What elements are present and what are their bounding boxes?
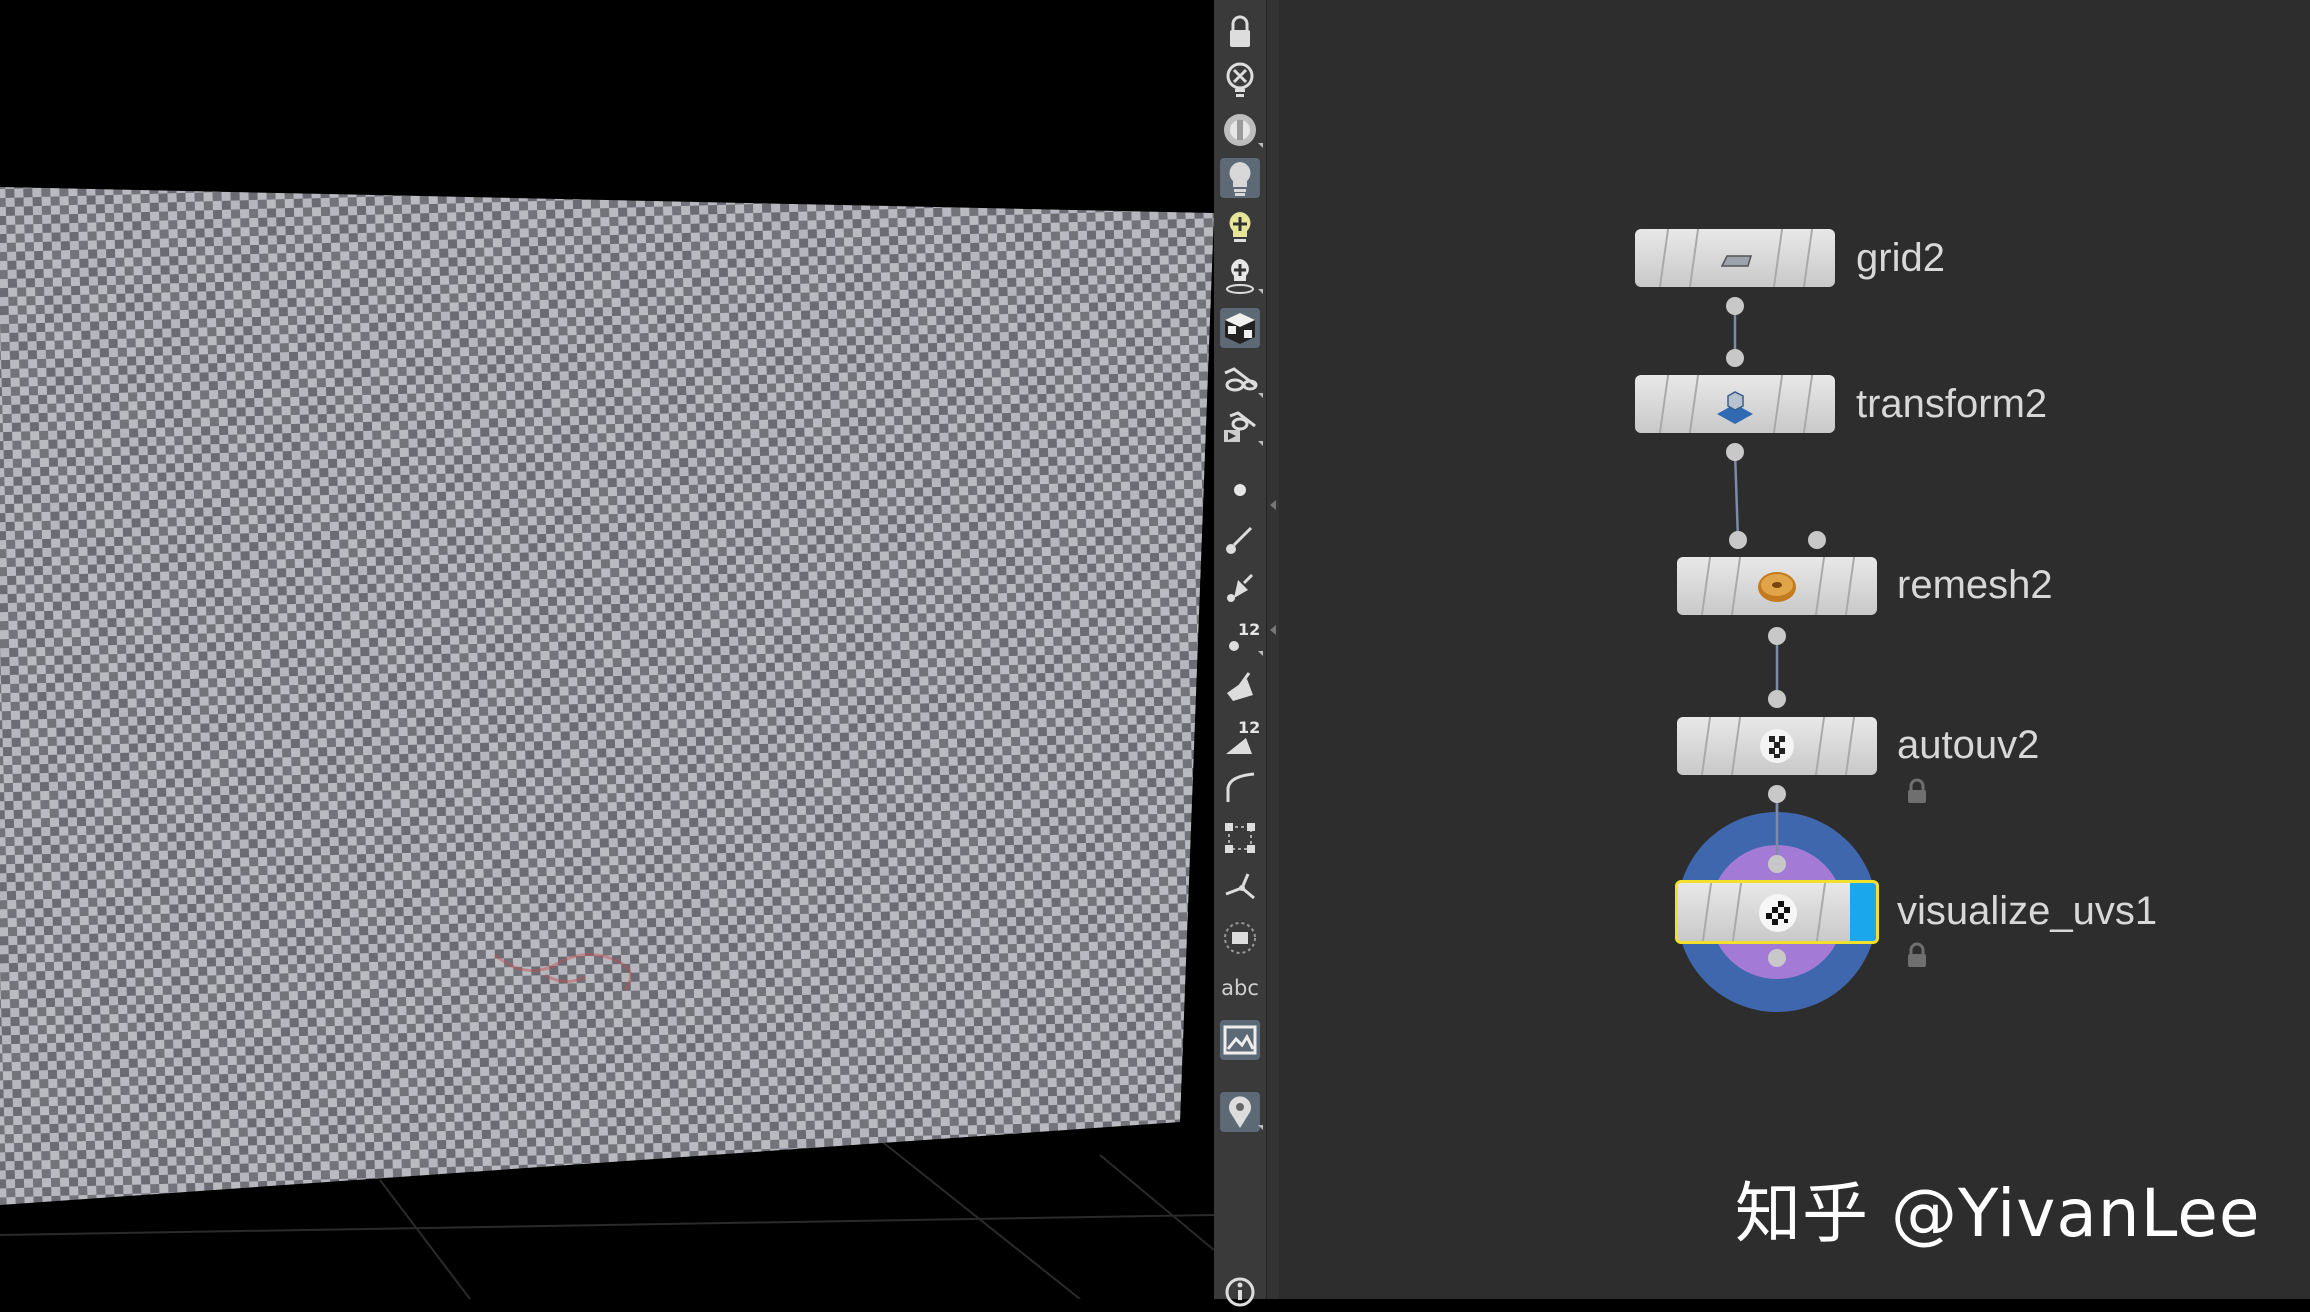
- lock-icon: [1908, 942, 1926, 967]
- paint-icon[interactable]: [1220, 668, 1260, 708]
- glasses-icon[interactable]: [1220, 360, 1263, 400]
- checker-blob-icon: [1760, 729, 1794, 763]
- node-wires: [1677, 297, 1877, 1012]
- viewport-display-toolbar: 12 12 abc: [1214, 0, 1267, 1307]
- camera-glasses-icon[interactable]: [1220, 408, 1263, 448]
- checker-sphere-icon: [1759, 894, 1797, 932]
- node-label-visualize-uvs1: visualize_uvs1: [1897, 889, 2158, 933]
- watermark: 知乎 @YivanLee: [1735, 1175, 2261, 1252]
- node-remesh2[interactable]: [1677, 557, 1877, 615]
- transform-icon: [1717, 391, 1753, 424]
- sphere-shading-icon[interactable]: [1220, 110, 1263, 150]
- bounding-box-icon[interactable]: [1220, 818, 1260, 858]
- normals-icon[interactable]: [1220, 868, 1260, 908]
- point-numbers-icon[interactable]: 12: [1220, 618, 1263, 658]
- point-icon[interactable]: [1220, 470, 1260, 510]
- curve-icon[interactable]: [1220, 768, 1260, 808]
- collapse-arrow-icon[interactable]: [1270, 500, 1276, 510]
- node-label-remesh2: remesh2: [1897, 563, 2053, 607]
- lock-icon: [1908, 778, 1926, 803]
- prim-number-label: 12: [1238, 718, 1261, 737]
- grid-plane-icon: [1720, 255, 1753, 267]
- dashed-frame-icon[interactable]: [1220, 918, 1260, 958]
- node-grid2[interactable]: [1635, 229, 1835, 287]
- display-flag[interactable]: [1850, 883, 1876, 941]
- location-pin-icon[interactable]: [1220, 1092, 1263, 1132]
- scene-viewport[interactable]: [0, 0, 1214, 1299]
- background-image-icon[interactable]: [1220, 1020, 1260, 1060]
- info-icon[interactable]: [1220, 1272, 1260, 1312]
- lock-icon[interactable]: [1220, 12, 1260, 52]
- pin-icon[interactable]: [1220, 568, 1260, 608]
- node-label-grid2: grid2: [1856, 236, 1945, 280]
- node-label-autouv2: autouv2: [1897, 723, 2040, 767]
- pane-splitter[interactable]: [1267, 0, 1279, 1299]
- node-visualize-uvs1[interactable]: [1675, 880, 1879, 944]
- prim-numbers-icon[interactable]: 12: [1220, 718, 1260, 758]
- add-light-icon[interactable]: [1220, 208, 1260, 248]
- point-number-label: 12: [1238, 620, 1261, 639]
- viewport-canvas[interactable]: [0, 0, 1214, 1299]
- node-transform2[interactable]: [1635, 375, 1835, 433]
- node-autouv2[interactable]: [1677, 717, 1877, 775]
- light-pin-icon[interactable]: [1220, 256, 1263, 296]
- collapse-arrow-icon[interactable]: [1270, 625, 1276, 635]
- cube-display-icon[interactable]: [1220, 308, 1260, 348]
- brush-icon[interactable]: [1220, 520, 1260, 560]
- close-icon[interactable]: [1220, 60, 1260, 100]
- network-editor[interactable]: grid2 transform2 remesh2 autouv2 visuali…: [1279, 0, 2310, 1299]
- node-label-transform2: transform2: [1856, 382, 2048, 426]
- abc-icon[interactable]: abc: [1220, 968, 1260, 1008]
- donut-icon: [1758, 572, 1796, 602]
- lightbulb-icon[interactable]: [1220, 158, 1260, 198]
